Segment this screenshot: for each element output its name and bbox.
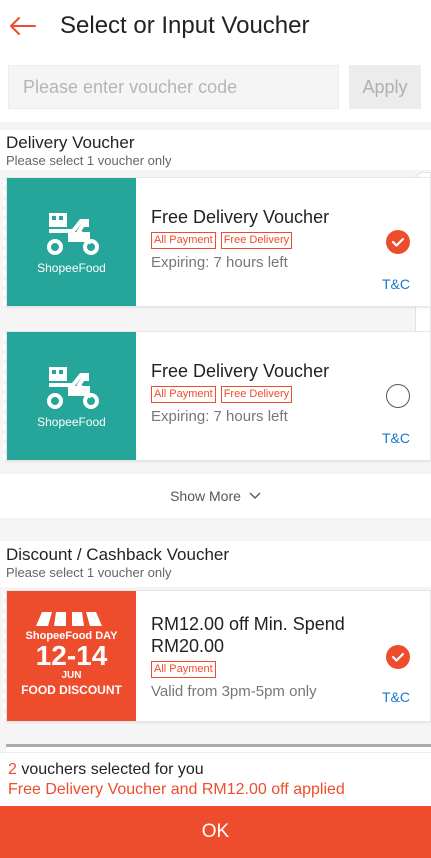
tag: All Payment [151,232,216,249]
brand-label: ShopeeFood [37,261,106,275]
event-date: 12-14 [35,639,108,671]
voucher-title: Free Delivery Voucher [151,207,330,227]
delivery-section-header: Delivery Voucher Please select 1 voucher… [0,130,431,170]
voucher-card[interactable]: ShopeeFood Free Delivery Voucher All Pay… [3,177,431,307]
voucher-stub: ShopeeFood DAY 12-14 JUN FOOD DISCOUNT [3,591,136,721]
tag: Free Delivery [220,232,293,249]
selection-summary: 2 vouchers selected for you Free Deliver… [0,752,431,806]
stub-label: FOOD DISCOUNT [21,682,122,697]
checkmark-icon[interactable] [386,230,410,254]
voucher-title: RM12.00 off Min. Spend RM20.00 [151,614,345,656]
tnc-link[interactable]: T&C [382,276,410,292]
selected-count: 2 [8,761,17,778]
chevron-down-icon [249,492,261,499]
delivery-scooter-icon [46,213,99,255]
voucher-expiry: Expiring: 7 hours left [151,254,288,271]
show-more-label: Show More [170,488,241,504]
ok-button[interactable]: OK [0,806,431,858]
header: Select or Input Voucher [0,0,431,52]
voucher-title: Free Delivery Voucher [151,361,330,381]
applied-summary: Free Delivery Voucher and RM12.00 off ap… [8,781,345,798]
voucher-card[interactable]: ShopeeFood Free Delivery Voucher All Pay… [3,331,431,461]
summary-text: vouchers selected for you [16,761,204,778]
tag: Free Delivery [220,386,293,403]
tnc-link[interactable]: T&C [382,430,410,446]
section-subtitle: Please select 1 voucher only [6,565,172,580]
page-title: Select or Input Voucher [60,12,310,39]
brand-label: ShopeeFood [37,415,106,429]
voucher-card[interactable]: ShopeeFood DAY 12-14 JUN FOOD DISCOUNT R… [3,590,431,722]
awning-icon [35,611,102,626]
section-subtitle: Please select 1 voucher only [6,153,172,168]
delivery-scooter-icon [46,367,99,409]
apply-button[interactable]: Apply [349,65,421,109]
tnc-link[interactable]: T&C [382,689,410,705]
section-title: Delivery Voucher [6,133,135,152]
section-title: Discount / Cashback Voucher [6,545,230,564]
voucher-stub: ShopeeFood [3,178,136,306]
voucher-code-row: Apply [0,52,431,122]
voucher-code-input[interactable] [8,65,339,109]
discount-section-header: Discount / Cashback Voucher Please selec… [0,541,431,587]
checkmark-icon[interactable] [386,645,410,669]
voucher-stub: ShopeeFood [3,332,136,460]
tag: All Payment [151,661,216,678]
voucher-expiry: Expiring: 7 hours left [151,408,288,425]
event-month: JUN [61,669,82,681]
show-more-button[interactable]: Show More [0,474,431,518]
radio-unchecked-icon[interactable] [386,384,410,408]
arrow-left-icon[interactable] [0,0,46,52]
tag: All Payment [151,386,216,403]
summary-line: 2 vouchers selected for you [8,760,423,779]
